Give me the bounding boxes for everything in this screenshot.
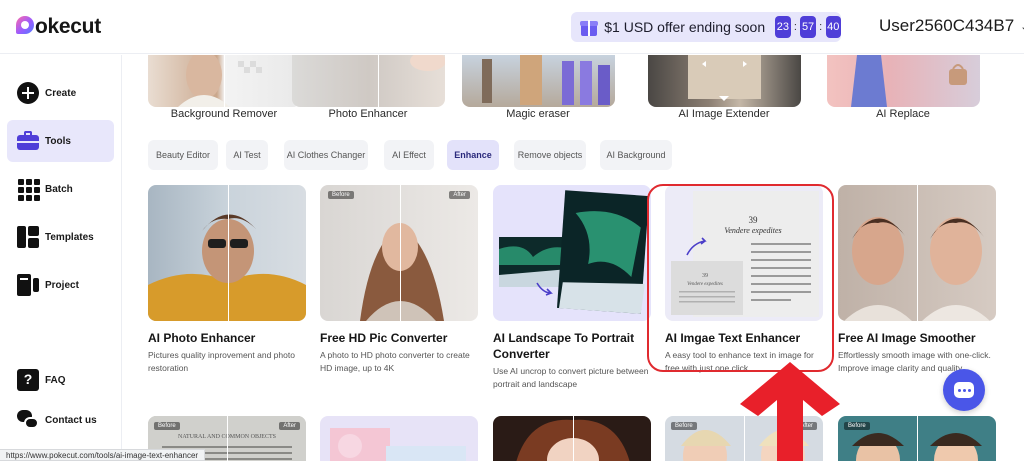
tool-thumbnail <box>838 185 996 321</box>
sidebar-item-tools[interactable]: Tools <box>7 120 114 162</box>
sidebar-item-label: Tools <box>45 135 71 147</box>
sidebar-item-label: Project <box>45 279 79 291</box>
top-header: okecut $1 USD offer ending soon 23 : 57 … <box>0 0 1024 54</box>
tool-card-row3-2[interactable] <box>320 416 478 461</box>
timer-minutes: 57 <box>800 16 816 38</box>
timer-hours: 23 <box>775 16 791 38</box>
status-url: https://www.pokecut.com/tools/ai-image-t… <box>0 449 206 461</box>
chat-support-button[interactable] <box>943 369 985 411</box>
category-card-magic-eraser[interactable] <box>462 55 615 107</box>
tool-description: Pictures quality inprovement and photo r… <box>148 350 295 373</box>
chip-ai-background[interactable]: AI Background <box>600 140 672 170</box>
sidebar-item-project[interactable]: Project <box>7 264 114 306</box>
tool-title: AI Photo Enhancer <box>148 331 256 345</box>
sidebar-item-create[interactable]: Create <box>7 72 114 114</box>
tool-card-ai-photo-enhancer[interactable]: AI Photo Enhancer Pictures quality inpro… <box>148 185 308 375</box>
tool-card-free-ai-image-smoother[interactable]: Free AI Image Smoother Effortlessly smoo… <box>838 185 998 375</box>
tool-card-row3-3[interactable] <box>493 416 651 461</box>
tool-title: Free HD Pic Converter <box>320 331 448 345</box>
toolbox-icon <box>17 130 39 152</box>
before-badge: Before <box>154 422 180 430</box>
chat-bubble-icon <box>954 382 974 398</box>
category-card-ai-replace[interactable] <box>827 55 980 107</box>
tool-card-row3-5[interactable]: Before <box>838 416 996 461</box>
category-label: Photo Enhancer <box>328 108 408 120</box>
before-badge: Before <box>671 422 697 430</box>
sidebar-item-templates[interactable]: Templates <box>7 216 114 258</box>
category-thumbnail <box>178 55 262 107</box>
grid-icon <box>17 178 40 201</box>
chip-ai-effect[interactable]: AI Effect <box>384 140 434 170</box>
category-card-photo-enhancer[interactable] <box>292 55 445 107</box>
chip-enhance[interactable]: Enhance <box>447 140 499 170</box>
category-label: Magic eraser <box>506 108 570 120</box>
sidebar-item-label: Create <box>45 87 77 99</box>
gift-icon <box>579 17 598 37</box>
tool-thumbnail <box>148 185 306 321</box>
chip-remove-objects[interactable]: Remove objects <box>514 140 586 170</box>
sidebar-item-label: Batch <box>45 183 73 195</box>
tool-title: AI Landscape To Portrait Converter <box>493 331 635 361</box>
tool-thumbnail <box>493 185 651 321</box>
plus-circle-icon <box>17 82 39 104</box>
after-badge: After <box>449 191 470 199</box>
sidebar-item-batch[interactable]: Batch <box>7 168 114 210</box>
tool-title: Free AI Image Smoother <box>838 331 976 345</box>
user-menu[interactable]: User2560C434B7 ⌄ <box>879 16 1024 36</box>
sidebar-item-label: Templates <box>45 231 94 243</box>
before-badge: Before <box>328 191 354 199</box>
logo-text: okecut <box>35 15 101 38</box>
tool-description: Use AI uncrop to convert picture between… <box>493 366 649 389</box>
category-label: Background Remover <box>170 108 278 120</box>
tool-card-free-hd-pic-converter[interactable]: Before After Free HD Pic Converter A pho… <box>320 185 480 375</box>
chip-beauty-editor[interactable]: Beauty Editor <box>148 140 218 170</box>
category-card-ai-image-extender[interactable] <box>648 55 801 107</box>
offer-text: $1 USD offer ending soon <box>604 19 766 35</box>
chip-ai-clothes-changer[interactable]: AI Clothes Changer <box>284 140 368 170</box>
sidebar: Create Tools Batch Templates Project ? F… <box>0 55 122 461</box>
timer-seconds: 40 <box>825 16 842 38</box>
sidebar-item-contact-us[interactable]: Contact us <box>7 399 114 441</box>
chat-icon <box>17 409 39 431</box>
tool-card-ai-landscape-to-portrait[interactable]: AI Landscape To Portrait Converter Use A… <box>493 185 653 391</box>
sidebar-item-label: FAQ <box>45 374 66 386</box>
category-label: AI Image Extender <box>678 108 770 120</box>
tool-thumbnail: Before After <box>320 185 478 321</box>
logo-mark-icon <box>16 16 34 38</box>
sidebar-item-faq[interactable]: ? FAQ <box>7 359 114 401</box>
user-name: User2560C434B7 <box>879 16 1015 35</box>
templates-icon <box>17 226 39 248</box>
chevron-down-icon: ⌄ <box>1020 20 1024 33</box>
tool-description: A photo to HD photo converter to create … <box>320 350 470 373</box>
project-icon <box>17 274 39 296</box>
after-badge: After <box>279 422 300 430</box>
pokecut-logo[interactable]: okecut <box>16 15 101 39</box>
faq-icon: ? <box>17 369 39 391</box>
chip-ai-test[interactable]: AI Test <box>226 140 268 170</box>
offer-banner[interactable]: $1 USD offer ending soon 23 : 57 : 40 <box>571 12 842 42</box>
before-badge: Before <box>844 422 870 430</box>
highlight-outline <box>647 184 834 372</box>
main-content: Background Remover Photo Enhancer Magic … <box>122 55 1024 461</box>
red-arrow-annotation <box>740 362 840 461</box>
category-label: AI Replace <box>876 108 930 120</box>
sidebar-item-label: Contact us <box>45 414 97 426</box>
category-card-background-remover[interactable] <box>148 55 301 107</box>
